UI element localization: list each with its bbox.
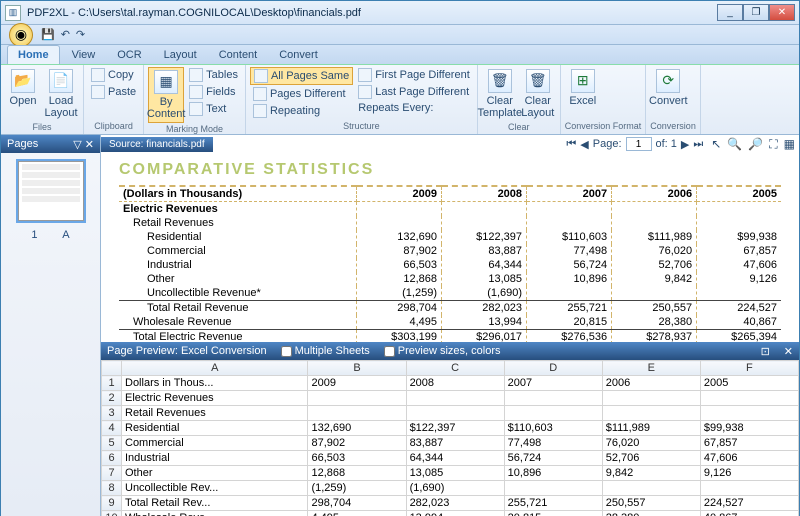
pointer-icon[interactable]: ↖ bbox=[711, 137, 721, 152]
first-page-icon[interactable]: ⏮ bbox=[566, 138, 576, 151]
source-label: Source: financials.pdf bbox=[101, 137, 213, 152]
group-files: 📂Open 📄Load Layout Files bbox=[1, 65, 84, 134]
zoom-out-icon[interactable]: 🔍 bbox=[727, 137, 742, 152]
copy-button[interactable]: Copy bbox=[88, 67, 139, 83]
open-icon: 📂 bbox=[11, 69, 35, 93]
close-button[interactable]: ✕ bbox=[769, 4, 795, 21]
repeating-button[interactable]: Repeating bbox=[250, 103, 353, 119]
pages-different-button[interactable]: Pages Different bbox=[250, 86, 353, 102]
group-marking: ▦By Content Tables Fields Text Marking M… bbox=[144, 65, 246, 134]
excel-preview[interactable]: ABCDEF1Dollars in Thous...20092008200720… bbox=[101, 360, 799, 516]
page-input[interactable] bbox=[626, 137, 652, 151]
clear-tpl-icon: 🗑 bbox=[488, 69, 512, 93]
convert-button[interactable]: ⟳Convert bbox=[650, 67, 686, 109]
tab-view[interactable]: View bbox=[62, 46, 106, 64]
fields-icon bbox=[189, 85, 203, 99]
maximize-button[interactable]: ❐ bbox=[743, 4, 769, 21]
layout-icon: 📄 bbox=[49, 69, 73, 93]
fit-icon[interactable]: ⛶ bbox=[769, 137, 777, 152]
multiple-sheets-checkbox[interactable]: Multiple Sheets bbox=[281, 345, 370, 357]
qat-redo-icon[interactable]: ↷ bbox=[76, 28, 85, 41]
group-conv-format: ⊞Excel Conversion Format bbox=[561, 65, 647, 134]
preview-title: Page Preview: Excel Conversion bbox=[107, 345, 267, 357]
grid-icon[interactable]: ▦ bbox=[784, 137, 795, 152]
excel-format-button[interactable]: ⊞Excel bbox=[565, 67, 601, 109]
paste-icon bbox=[91, 85, 105, 99]
preview-header: Page Preview: Excel Conversion Multiple … bbox=[101, 342, 799, 360]
prev-page-icon[interactable]: ◀ bbox=[580, 138, 588, 151]
last-page-diff-button[interactable]: Last Page Different bbox=[355, 84, 473, 100]
content-icon: ▦ bbox=[154, 70, 178, 94]
minimize-button[interactable]: _ bbox=[717, 4, 743, 21]
tab-layout[interactable]: Layout bbox=[154, 46, 207, 64]
copy-icon bbox=[91, 68, 105, 82]
group-structure: All Pages Same Pages Different Repeating… bbox=[246, 65, 478, 134]
next-page-icon[interactable]: ▶ bbox=[681, 138, 689, 151]
tables-button[interactable]: Tables bbox=[186, 67, 241, 83]
load-layout-button[interactable]: 📄Load Layout bbox=[43, 67, 79, 121]
all-pages-same-button[interactable]: All Pages Same bbox=[250, 67, 353, 85]
zoom-in-icon[interactable]: 🔎 bbox=[748, 137, 763, 152]
tab-convert[interactable]: Convert bbox=[269, 46, 328, 64]
source-header: Source: financials.pdf ⏮ ◀ Page: of: 1 ▶… bbox=[101, 135, 799, 153]
first-page-diff-button[interactable]: First Page Different bbox=[355, 67, 473, 83]
ribbon: 📂Open 📄Load Layout Files Copy Paste Clip… bbox=[1, 65, 799, 135]
document-view[interactable]: COMPARATIVE STATISTICS (Dollars in Thous… bbox=[101, 153, 799, 342]
pages-icon bbox=[254, 69, 268, 83]
paste-button[interactable]: Paste bbox=[88, 84, 139, 100]
repeats-every-label: Repeats Every: bbox=[355, 101, 473, 115]
preview-colors-checkbox[interactable]: Preview sizes, colors bbox=[384, 345, 501, 357]
group-clear: 🗑Clear Template 🗑Clear Layout Clear bbox=[478, 65, 561, 134]
tables-icon bbox=[189, 68, 203, 82]
window-title: PDF2XL - C:\Users\tal.rayman.COGNILOCAL\… bbox=[27, 7, 717, 19]
last-page-icon[interactable]: ⏭ bbox=[693, 138, 703, 151]
tab-ocr[interactable]: OCR bbox=[107, 46, 151, 64]
preview-tool-icon[interactable]: ⊡ bbox=[761, 345, 770, 358]
pages-title: Pages bbox=[7, 138, 38, 150]
app-menu-button[interactable]: ◉ bbox=[9, 23, 33, 47]
preview-grid: ABCDEF1Dollars in Thous...20092008200720… bbox=[101, 360, 799, 516]
ribbon-tabs: Home View OCR Layout Content Convert bbox=[1, 45, 799, 65]
page-thumbnail[interactable] bbox=[18, 161, 84, 221]
qat-undo-icon[interactable]: ↶ bbox=[61, 28, 70, 41]
group-label: Files bbox=[5, 121, 79, 133]
clear-layout-icon: 🗑 bbox=[526, 69, 550, 93]
open-button[interactable]: 📂Open bbox=[5, 67, 41, 109]
group-conversion: ⟳Convert Conversion bbox=[646, 65, 701, 134]
app-icon: ▥ bbox=[5, 5, 21, 21]
excel-icon: ⊞ bbox=[571, 69, 595, 93]
clear-template-button[interactable]: 🗑Clear Template bbox=[482, 67, 518, 121]
qat-save-icon[interactable]: 💾 bbox=[41, 28, 55, 41]
convert-icon: ⟳ bbox=[656, 69, 680, 93]
doc-title: COMPARATIVE STATISTICS bbox=[119, 161, 781, 179]
by-content-button[interactable]: ▦By Content bbox=[148, 67, 184, 123]
clear-layout-button[interactable]: 🗑Clear Layout bbox=[520, 67, 556, 121]
tab-content[interactable]: Content bbox=[209, 46, 268, 64]
text-button[interactable]: Text bbox=[186, 101, 241, 117]
preview-close-icon[interactable]: ✕ bbox=[784, 345, 793, 358]
document-table: (Dollars in Thousands)200920082007200620… bbox=[119, 185, 781, 342]
text-icon bbox=[189, 102, 203, 116]
group-clipboard: Copy Paste Clipboard bbox=[84, 65, 144, 134]
fields-button[interactable]: Fields bbox=[186, 84, 241, 100]
quick-access-toolbar: ◉ 💾 ↶ ↷ bbox=[1, 25, 799, 45]
filter-icon[interactable]: ▽ ✕ bbox=[73, 138, 94, 151]
titlebar: ▥ PDF2XL - C:\Users\tal.rayman.COGNILOCA… bbox=[1, 1, 799, 25]
tab-home[interactable]: Home bbox=[7, 45, 60, 64]
pages-panel: Pages▽ ✕ 1A bbox=[1, 135, 101, 516]
